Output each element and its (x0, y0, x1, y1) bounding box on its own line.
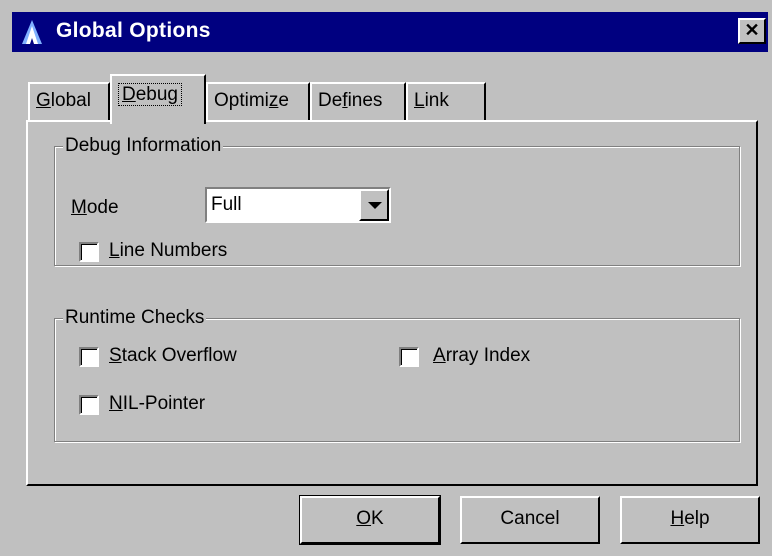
tab-global-label: Global (36, 90, 91, 111)
ok-button[interactable]: OK (299, 495, 441, 545)
tab-defines[interactable]: Defines (310, 82, 406, 120)
cancel-button-label: Cancel (500, 508, 560, 529)
nil-pointer-label[interactable]: NIL-Pointer (109, 393, 205, 415)
line-numbers-label[interactable]: Line Numbers (109, 240, 227, 262)
help-button-label: Help (670, 508, 710, 529)
mode-dropdown-button[interactable] (359, 189, 389, 221)
help-button[interactable]: Help (620, 496, 760, 544)
close-icon: ✕ (744, 20, 760, 40)
tab-optimize-label: Optimize (214, 90, 289, 111)
runtime-checks-legend: Runtime Checks (63, 306, 207, 330)
tab-optimize[interactable]: Optimize (206, 82, 310, 120)
tab-global[interactable]: Global (28, 82, 110, 120)
runtime-checks-group: Runtime Checks Stack Overflow Array Inde… (54, 306, 740, 442)
tab-defines-label: Defines (318, 90, 383, 111)
tab-link-label: Link (414, 90, 449, 111)
mode-label: Mode (71, 197, 119, 218)
global-options-dialog: Global Options ✕ Global Debug Optimize D… (0, 0, 772, 556)
app-icon (22, 20, 42, 44)
tab-debug-label: Debug (118, 83, 183, 106)
stack-overflow-label[interactable]: Stack Overflow (109, 345, 237, 367)
debug-information-legend: Debug Information (63, 134, 224, 158)
array-index-label[interactable]: Array Index (433, 345, 530, 367)
ok-button-label: OK (356, 508, 384, 529)
array-index-checkbox[interactable] (399, 347, 419, 367)
nil-pointer-checkbox[interactable] (79, 395, 99, 415)
close-button[interactable]: ✕ (738, 18, 766, 44)
mode-select-value: Full (211, 194, 242, 215)
window-title: Global Options (56, 19, 211, 42)
stack-overflow-checkbox[interactable] (79, 347, 99, 367)
mode-select[interactable]: Full (205, 187, 391, 223)
debug-information-group: Debug Information Mode Full Line Numbers (54, 134, 740, 266)
chevron-down-icon (368, 202, 382, 209)
line-numbers-checkbox[interactable] (79, 242, 99, 262)
cancel-button[interactable]: Cancel (460, 496, 600, 544)
tab-debug[interactable]: Debug (110, 74, 206, 124)
tab-link[interactable]: Link (406, 82, 486, 120)
tab-panel-debug: Debug Information Mode Full Line Numbers… (26, 120, 758, 486)
title-bar[interactable]: Global Options ✕ (12, 12, 768, 52)
